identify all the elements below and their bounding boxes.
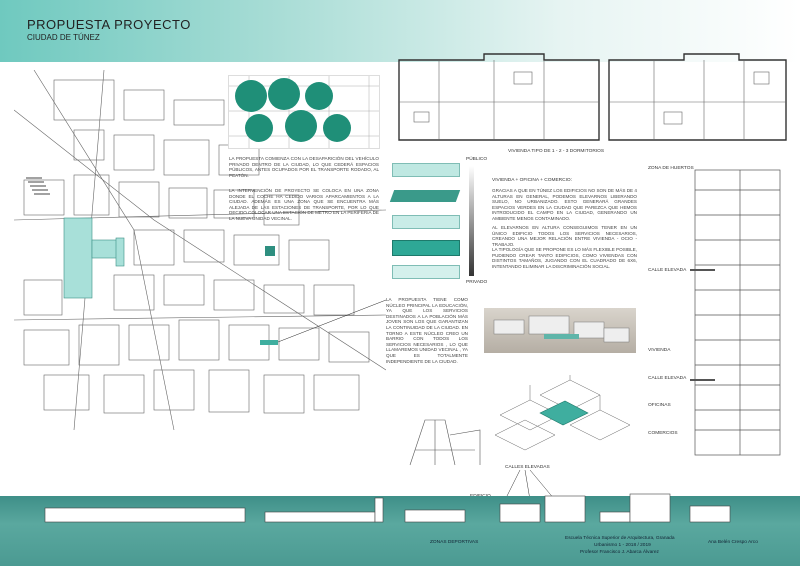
page-subtitle: CIUDAD DE TÚNEZ	[27, 33, 100, 42]
school-line-1: Escuela Técnica Superior de Arquitectura…	[565, 536, 675, 541]
label-oficinas: OFICINAS	[648, 403, 671, 408]
text-education: LA PROPUESTA TIENE COMO NÚCLEO PRINCIPAL…	[386, 297, 468, 364]
module-4	[392, 240, 460, 256]
perspective-sketch	[409, 419, 481, 466]
center-text-2: AL ELEVARNOS EN ALTURA CONSEGUIMOS TENER…	[492, 225, 637, 247]
label-calle-elevada-1: CALLE ELEVADA	[648, 268, 687, 273]
page-title: PROPUESTA PROYECTO	[27, 17, 191, 32]
center-text-1: GRACIAS A QUE EN TÚNEZ LOS EDIFICIOS NO …	[492, 188, 637, 221]
text-intervention: LA INTERVENCIÓN DE PROYECTO SE COLOCA EN…	[229, 188, 379, 221]
axonometric-sketch	[494, 375, 631, 451]
label-zonas-deportivas: ZONAS DEPORTIVAS	[430, 540, 479, 545]
label-privado: PRIVADO	[466, 280, 488, 285]
long-section	[44, 493, 731, 523]
label-publico: PÚBLICO	[466, 157, 488, 162]
project-render	[484, 308, 636, 353]
school-line-2: Urbanismo 1 - 2018 / 2019	[594, 543, 651, 548]
module-3	[392, 215, 460, 229]
label-vivienda: VIVIENDA	[648, 348, 671, 353]
public-private-gradient	[469, 166, 474, 276]
label-zona-huertos: ZONA DE HUERTOS	[648, 166, 694, 171]
module-2	[389, 190, 461, 202]
building-section	[690, 169, 781, 456]
label-calle-elevada-2: CALLE ELEVADA	[648, 376, 687, 381]
master-plan-inset	[228, 75, 380, 149]
center-heading: VIVIENDA + OFICINA + COMERCIO:	[492, 178, 572, 183]
text-proposal: LA PROPUESTA COMIENZA CON LA DESAPARICIÓ…	[229, 156, 379, 178]
floor-plans	[398, 53, 787, 141]
module-1	[392, 163, 460, 177]
author-name: Ana Belén Crespo Arco	[708, 540, 758, 545]
module-5	[392, 265, 460, 279]
school-line-3: Profesor Francisco J. Abarca Álvarez	[580, 550, 659, 555]
plan-caption: VIVIENDA TIPO DE 1 - 2 - 3 DORMITORIOS	[508, 149, 605, 154]
label-comercios: COMERCIOS	[648, 431, 678, 436]
center-text-3: LA TIPOLOGÍA QUE SE PROPONE ES LO MÁS FL…	[492, 247, 637, 269]
